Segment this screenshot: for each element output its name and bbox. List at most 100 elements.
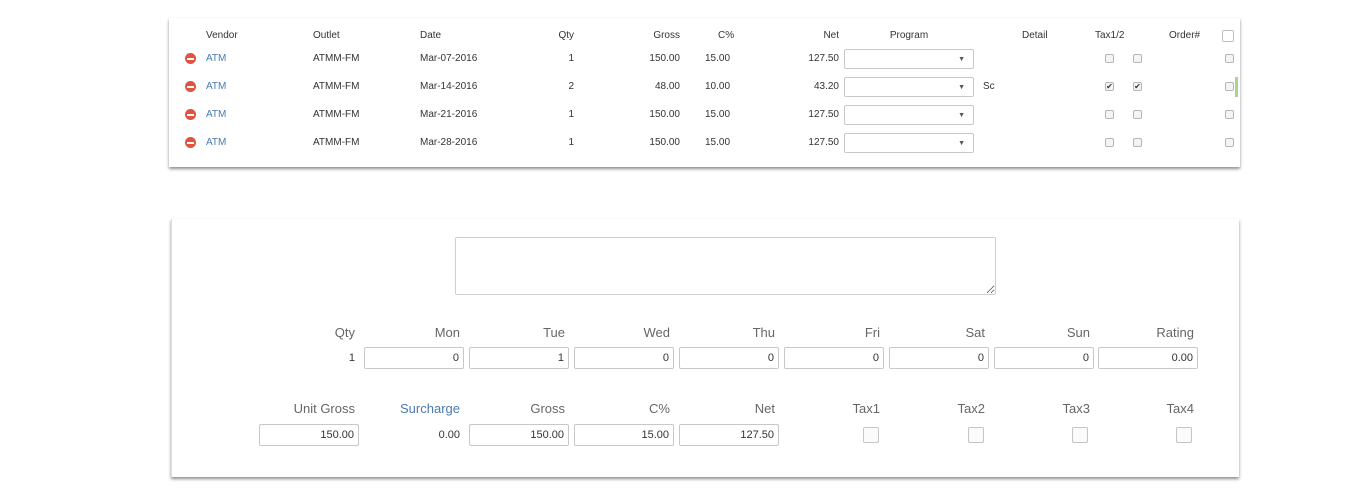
table-row: ATM ATMM-FM Mar-07-2016 1 150.00 15.00 1… bbox=[169, 47, 1240, 71]
surcharge-link[interactable]: Surcharge bbox=[364, 401, 460, 417]
col-outlet[interactable]: Outlet bbox=[313, 24, 340, 48]
table-header: Vendor Outlet Date Qty Gross C% Net Prog… bbox=[169, 24, 1240, 48]
net-cell: 43.20 bbox=[813, 81, 839, 92]
label-unit-gross: Unit Gross bbox=[293, 401, 355, 416]
row-select-checkbox[interactable] bbox=[1225, 82, 1234, 91]
chevron-down-icon: ▼ bbox=[958, 56, 965, 63]
vendor-link[interactable]: ATM bbox=[206, 103, 226, 127]
remove-icon[interactable] bbox=[185, 137, 196, 148]
outlet-cell: ATMM-FM bbox=[313, 109, 360, 120]
tax1-checkbox[interactable] bbox=[1105, 110, 1114, 119]
label-qty: Qty bbox=[334, 325, 355, 340]
col-program[interactable]: Program bbox=[869, 24, 949, 48]
rating-input[interactable] bbox=[1098, 347, 1198, 369]
program-select[interactable]: ▼ bbox=[844, 133, 974, 153]
cpct-cell: 15.00 bbox=[705, 53, 731, 64]
thu-input[interactable] bbox=[679, 347, 779, 369]
label-wed: Wed bbox=[643, 325, 671, 340]
remove-icon[interactable] bbox=[185, 81, 196, 92]
label-cpct: C% bbox=[649, 401, 670, 416]
vendor-link[interactable]: ATM bbox=[206, 131, 226, 155]
label-tax1: Tax1 bbox=[852, 401, 880, 416]
sat-input[interactable] bbox=[889, 347, 989, 369]
gross-cell: 48.00 bbox=[654, 81, 680, 92]
fri-input[interactable] bbox=[784, 347, 884, 369]
table-row: ATM ATMM-FM Mar-21-2016 1 150.00 15.00 1… bbox=[169, 103, 1240, 127]
tax4-checkbox[interactable] bbox=[1176, 427, 1192, 443]
qty-cell: 1 bbox=[568, 109, 574, 120]
qty-value: 1 bbox=[348, 352, 355, 364]
wed-input[interactable] bbox=[574, 347, 674, 369]
mon-input[interactable] bbox=[364, 347, 464, 369]
tax1-checkbox[interactable] bbox=[1105, 54, 1114, 63]
notes-textarea[interactable] bbox=[455, 237, 996, 295]
row-select-checkbox[interactable] bbox=[1225, 110, 1234, 119]
outlet-cell: ATMM-FM bbox=[313, 81, 360, 92]
surcharge-value: 0.00 bbox=[438, 429, 460, 441]
table-row: ATM ATMM-FM Mar-14-2016 2 48.00 10.00 43… bbox=[169, 75, 1240, 99]
cpct-cell: 10.00 bbox=[705, 81, 731, 92]
tax3-checkbox[interactable] bbox=[1072, 427, 1088, 443]
select-all-checkbox[interactable] bbox=[1222, 30, 1234, 42]
program-select[interactable]: ▼ bbox=[844, 77, 974, 97]
remove-icon[interactable] bbox=[185, 109, 196, 120]
chevron-down-icon: ▼ bbox=[958, 112, 965, 119]
tax1-checkbox[interactable] bbox=[863, 427, 879, 443]
col-qty[interactable]: Qty bbox=[539, 24, 574, 48]
program-select[interactable]: ▼ bbox=[844, 49, 974, 69]
tax2-checkbox[interactable]: ✔ bbox=[1133, 82, 1142, 91]
program-select[interactable]: ▼ bbox=[844, 105, 974, 125]
qty-cell: 1 bbox=[568, 137, 574, 148]
label-sun: Sun bbox=[1066, 325, 1090, 340]
label-tax4: Tax4 bbox=[1166, 401, 1194, 416]
label-thu: Thu bbox=[752, 325, 775, 340]
cpct-cell: 15.00 bbox=[705, 109, 731, 120]
col-net[interactable]: Net bbox=[789, 24, 839, 48]
label-fri: Fri bbox=[864, 325, 880, 340]
net-cell: 127.50 bbox=[808, 109, 839, 120]
label-net: Net bbox=[754, 401, 775, 416]
sun-input[interactable] bbox=[994, 347, 1094, 369]
label-tax3: Tax3 bbox=[1062, 401, 1090, 416]
tax2-checkbox[interactable] bbox=[1133, 54, 1142, 63]
chevron-down-icon: ▼ bbox=[958, 140, 965, 147]
label-mon: Mon bbox=[434, 325, 460, 340]
net-input[interactable] bbox=[679, 424, 779, 446]
qty-cell: 2 bbox=[568, 81, 574, 92]
table-row: ATM ATMM-FM Mar-28-2016 1 150.00 15.00 1… bbox=[169, 131, 1240, 155]
outlet-cell: ATMM-FM bbox=[313, 53, 360, 64]
col-order[interactable]: Order# bbox=[1169, 24, 1200, 48]
row-status-marker bbox=[1235, 77, 1238, 97]
vendor-link[interactable]: ATM bbox=[206, 47, 226, 71]
net-cell: 127.50 bbox=[808, 53, 839, 64]
col-gross[interactable]: Gross bbox=[629, 24, 680, 48]
cpct-input[interactable] bbox=[574, 424, 674, 446]
tax1-checkbox[interactable]: ✔ bbox=[1105, 82, 1114, 91]
date-cell: Mar-14-2016 bbox=[420, 81, 478, 92]
row-select-checkbox[interactable] bbox=[1225, 54, 1234, 63]
chevron-down-icon: ▼ bbox=[958, 84, 965, 91]
gross-cell: 150.00 bbox=[649, 53, 680, 64]
schedule-table: Vendor Outlet Date Qty Gross C% Net Prog… bbox=[169, 18, 1240, 167]
remove-icon[interactable] bbox=[185, 53, 196, 64]
date-cell: Mar-21-2016 bbox=[420, 109, 478, 120]
tax2-checkbox[interactable] bbox=[1133, 110, 1142, 119]
gross-cell: 150.00 bbox=[649, 137, 680, 148]
vendor-link[interactable]: ATM bbox=[206, 75, 226, 99]
unit-gross-input[interactable] bbox=[259, 424, 359, 446]
label-rating: Rating bbox=[1156, 325, 1194, 340]
col-vendor[interactable]: Vendor bbox=[206, 24, 238, 48]
gross-input[interactable] bbox=[469, 424, 569, 446]
net-cell: 127.50 bbox=[808, 137, 839, 148]
col-date[interactable]: Date bbox=[420, 24, 441, 48]
tax2-checkbox[interactable] bbox=[1133, 138, 1142, 147]
tue-input[interactable] bbox=[469, 347, 569, 369]
col-tax[interactable]: Tax1/2 bbox=[1095, 24, 1124, 48]
cpct-cell: 15.00 bbox=[705, 137, 731, 148]
col-detail[interactable]: Detail bbox=[1022, 24, 1048, 48]
col-cpct[interactable]: C% bbox=[718, 24, 734, 48]
tax2-checkbox[interactable] bbox=[968, 427, 984, 443]
row-select-checkbox[interactable] bbox=[1225, 138, 1234, 147]
tax1-checkbox[interactable] bbox=[1105, 138, 1114, 147]
detail-cell: Sc bbox=[983, 81, 995, 92]
